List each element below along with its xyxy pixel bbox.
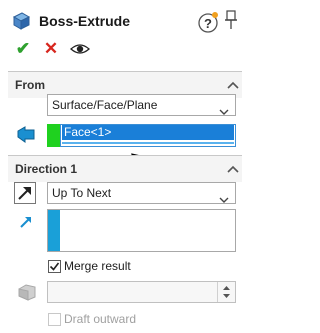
face-selection-icon [16,125,38,145]
draft-outward-checkbox[interactable] [48,313,61,326]
merge-result-label: Merge result [64,259,131,273]
end-condition-select[interactable]: Up To Next [47,182,236,204]
direction-vector-icon [18,214,34,230]
direction-color-marker [48,210,60,251]
chevron-down-icon [219,190,229,203]
from-section-title: From [15,78,45,92]
entity-color-marker [47,124,60,147]
pushpin-icon[interactable] [222,9,240,32]
svg-text:?: ? [204,16,212,31]
feature-title: Boss-Extrude [39,13,131,29]
selected-face-item[interactable]: Face<1> [62,125,234,140]
start-condition-select[interactable]: Surface/Face/Plane [47,94,236,116]
collapse-chevron-icon[interactable] [227,163,239,173]
direction-reference-list[interactable] [47,209,236,252]
eye-icon[interactable] [70,41,90,57]
collapse-chevron-icon[interactable] [227,79,239,89]
help-question-icon[interactable]: ? [197,11,220,34]
cancel-x-icon[interactable]: ✕ [42,40,60,57]
draft-angle-stepper[interactable] [217,282,235,302]
reverse-direction-button[interactable] [14,182,36,204]
selection-underline [62,142,234,144]
draft-angle-icon [16,283,38,301]
end-condition-value: Up To Next [52,186,112,200]
merge-result-checkbox[interactable] [48,260,61,273]
draft-angle-input[interactable] [47,281,236,303]
start-condition-value: Surface/Face/Plane [52,98,158,112]
draft-outward-label: Draft outward [64,312,137,326]
chevron-down-icon [219,102,229,115]
boss-extrude-icon [11,11,31,31]
ok-checkmark-icon[interactable]: ✔ [14,40,32,57]
direction1-section-title: Direction 1 [15,162,78,176]
